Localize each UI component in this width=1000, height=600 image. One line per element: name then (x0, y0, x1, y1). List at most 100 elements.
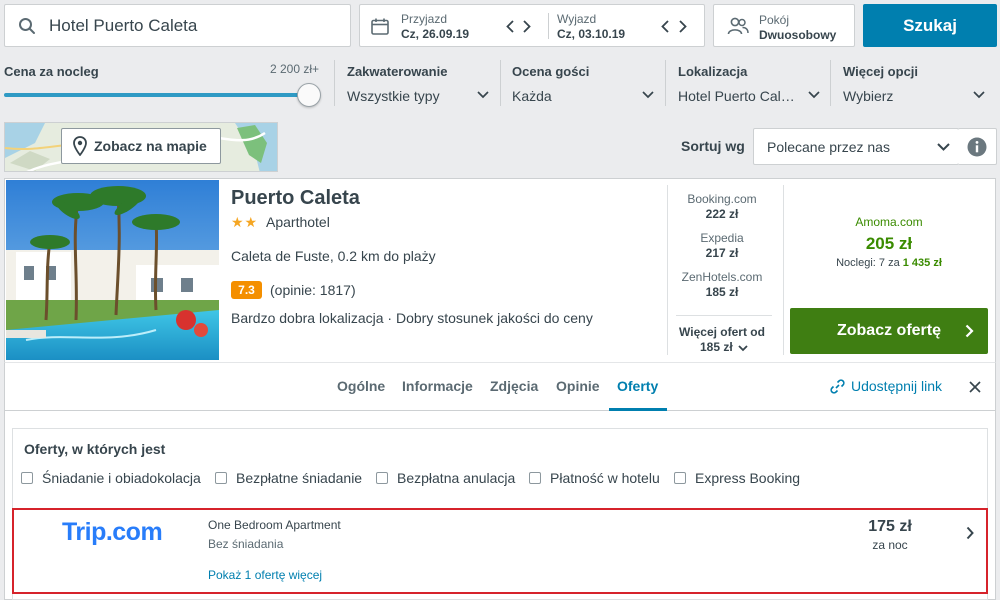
offer-price: 222 zł (705, 207, 739, 221)
offers-heading: Oferty, w których jest (24, 441, 166, 457)
offer-site: ZenHotels.com (681, 270, 763, 284)
checkbox-label[interactable]: Bezpłatne śniadanie (236, 470, 362, 486)
more-offers-price: 185 zł (700, 340, 733, 354)
hotel-type: Aparthotel (266, 214, 330, 230)
price-filter-label: Cena za nocleg (4, 64, 99, 79)
price-slider-track[interactable] (4, 93, 309, 97)
filter-label: Więcej opcji (843, 64, 919, 79)
view-offer-button[interactable]: Zobacz ofertę (790, 308, 988, 354)
chevron-down-icon[interactable] (807, 88, 821, 102)
card-divider (783, 185, 784, 355)
tab-offers[interactable]: Oferty (617, 378, 658, 394)
checkin-label: Przyjazd (401, 12, 448, 26)
nights-prefix: Noclegi: 7 za (836, 257, 900, 269)
checkbox[interactable] (215, 472, 227, 484)
filter-label: Zakwaterowanie (347, 64, 448, 79)
share-link-label: Udostępnij link (851, 378, 943, 394)
chevron-right-icon[interactable] (676, 17, 690, 35)
dates-box[interactable]: Przyjazd Cz, 26.09.19 Wyjazd Cz, 03.10.1… (359, 4, 705, 47)
room-selector[interactable]: Pokój Dwuosobowy (713, 4, 855, 47)
chevron-left-icon[interactable] (503, 17, 517, 35)
tab-photos[interactable]: Zdjęcia (490, 378, 538, 394)
nights-summary: Noclegi: 7 za 1 435 zł (790, 257, 988, 269)
filter-value[interactable]: Wszystkie typy (347, 88, 472, 104)
checkbox-label[interactable]: Płatność w hotelu (550, 470, 660, 486)
info-icon (967, 137, 987, 157)
chevron-right-icon (964, 324, 974, 338)
filter-value[interactable]: Hotel Puerto Cal… (678, 88, 803, 104)
search-button[interactable]: Szukaj (863, 4, 997, 47)
calendar-icon (370, 17, 390, 35)
checkbox[interactable] (529, 472, 541, 484)
checkbox-label[interactable]: Bezpłatna anulacja (397, 470, 515, 486)
rating-badge: 7.3 (231, 281, 262, 299)
offer-price-unit: za noc (872, 538, 908, 552)
show-more-offers-link[interactable]: Pokaż 1 ofertę więcej (208, 568, 322, 582)
price-max-label: 2 200 zł+ (270, 62, 320, 76)
checkout-value: Cz, 03.10.19 (557, 27, 626, 41)
checkbox[interactable] (21, 472, 33, 484)
people-icon (726, 16, 750, 36)
sort-value: Polecane przez nas (767, 138, 890, 155)
offers-divider (676, 315, 772, 316)
offer-board: Bez śniadania (208, 537, 284, 551)
filter-value[interactable]: Wybierz (843, 88, 963, 104)
room-label: Pokój (759, 13, 790, 27)
sort-label: Sortuj wg (681, 138, 745, 154)
checkout-label: Wyjazd (557, 12, 597, 26)
offer-site: Booking.com (687, 192, 757, 206)
offer-price: 185 zł (705, 285, 739, 299)
hotel-highlights: Bardzo dobra lokalizacja · Dobry stosune… (231, 310, 593, 326)
filter-divider (665, 60, 666, 106)
tab-information[interactable]: Informacje (402, 378, 473, 394)
filter-label: Lokalizacja (678, 64, 748, 79)
hotel-photo-image (6, 180, 219, 360)
chevron-right-icon[interactable] (964, 525, 976, 541)
sort-select[interactable]: Polecane przez nas (753, 128, 959, 165)
chevron-left-icon[interactable] (658, 17, 672, 35)
tab-reviews[interactable]: Opinie (556, 378, 600, 394)
offer-site: Expedia (700, 231, 744, 245)
checkin-field[interactable]: Przyjazd Cz, 26.09.19 (360, 5, 548, 46)
filter-value[interactable]: Każda (512, 88, 637, 104)
nights-total: 1 435 zł (902, 257, 942, 269)
show-on-map-button[interactable]: Zobacz na mapie (61, 128, 221, 164)
link-icon (829, 378, 845, 394)
search-icon (5, 5, 49, 46)
chevron-down-icon[interactable] (641, 88, 655, 102)
tab-general[interactable]: Ogólne (337, 378, 385, 394)
filter-divider (830, 60, 831, 106)
filter-divider (334, 60, 335, 106)
view-offer-label: Zobacz ofertę (836, 322, 941, 339)
provider-logo: Trip.com (62, 518, 163, 546)
hotel-name[interactable]: Puerto Caleta (231, 187, 360, 210)
price-slider-handle[interactable] (297, 83, 321, 107)
checkbox[interactable] (376, 472, 388, 484)
close-icon[interactable] (968, 380, 982, 394)
search-box[interactable] (4, 4, 351, 47)
checkbox-label[interactable]: Śniadanie i obiadokolacja (42, 470, 201, 486)
chevron-right-icon[interactable] (520, 17, 534, 35)
room-value: Dwuosobowy (759, 28, 837, 42)
chevron-down-icon[interactable] (476, 88, 490, 102)
filter-divider (500, 60, 501, 106)
share-link[interactable]: Udostępnij link (829, 378, 942, 394)
hotel-stars: ★★ (231, 214, 259, 230)
hotel-location[interactable]: Caleta de Fuste, 0.2 km do plaży (231, 248, 436, 264)
checkout-field[interactable]: Wyjazd Cz, 03.10.19 (549, 5, 704, 46)
map-pin-icon (66, 136, 94, 156)
best-offer-price: 205 zł (865, 234, 913, 253)
offer-price: 175 zł (868, 518, 912, 535)
chevron-down-icon (928, 142, 958, 151)
show-on-map-label: Zobacz na mapie (94, 138, 207, 154)
hotel-photo[interactable] (6, 180, 219, 360)
info-button[interactable] (958, 128, 997, 165)
checkbox-label[interactable]: Express Booking (695, 470, 800, 486)
review-count[interactable]: (opinie: 1817) (270, 282, 356, 298)
more-offers-label: Więcej ofert od (679, 325, 765, 339)
chevron-down-icon[interactable] (972, 88, 986, 102)
checkin-value: Cz, 26.09.19 (401, 27, 470, 41)
offer-room-name: One Bedroom Apartment (208, 518, 341, 532)
checkbox[interactable] (674, 472, 686, 484)
search-input[interactable] (49, 15, 339, 36)
